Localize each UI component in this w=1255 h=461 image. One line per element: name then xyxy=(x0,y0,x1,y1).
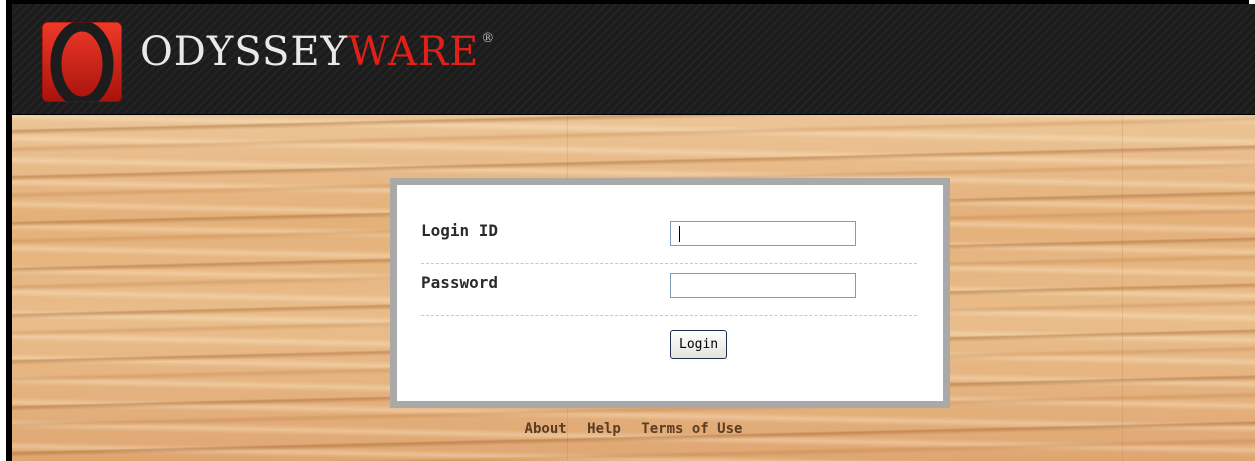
login-panel: Login ID Password Login xyxy=(390,178,950,408)
login-button[interactable]: Login xyxy=(670,330,728,359)
footer-link-help[interactable]: Help xyxy=(587,421,621,437)
registered-mark: ® xyxy=(481,31,496,46)
odysseyware-logo-icon xyxy=(42,22,122,102)
footer-links: About Help Terms of Use xyxy=(12,421,1255,437)
login-id-row: Login ID xyxy=(421,213,917,264)
login-id-input[interactable] xyxy=(670,221,856,246)
brand-wordmark: ODYSSEYWARE ® xyxy=(140,32,495,72)
footer-link-terms-of-use[interactable]: Terms of Use xyxy=(641,421,742,437)
footer-link-about[interactable]: About xyxy=(525,421,567,437)
brand-name-main: ODYSSEY xyxy=(140,29,348,75)
login-id-label: Login ID xyxy=(421,221,499,240)
background-seam xyxy=(1122,115,1123,461)
brand-name-accent: WARE xyxy=(347,29,480,75)
password-row: Password xyxy=(421,265,917,316)
site-header: ODYSSEYWARE ® xyxy=(12,4,1255,115)
password-label: Password xyxy=(421,273,499,292)
text-cursor xyxy=(679,226,680,242)
page-frame: ODYSSEYWARE ® Login ID Password Login Abo… xyxy=(0,0,1255,461)
password-input[interactable] xyxy=(670,273,856,298)
